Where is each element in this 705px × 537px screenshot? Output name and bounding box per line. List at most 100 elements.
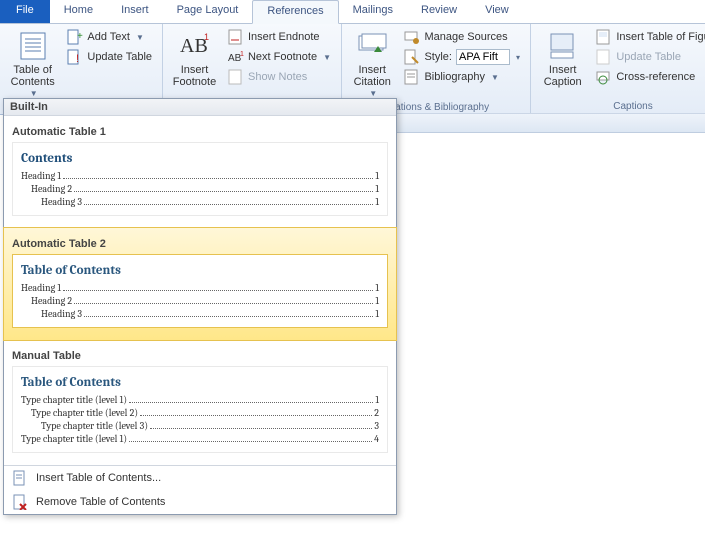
- toc-row-text: Heading 3: [41, 308, 82, 320]
- toc-row-page: 1: [375, 295, 379, 307]
- update-tof-label: Update Table: [616, 51, 681, 63]
- update-icon: !: [67, 49, 83, 65]
- show-notes-icon: [228, 69, 244, 85]
- toc-dots: [74, 295, 373, 304]
- toc-row-page: 1: [375, 394, 379, 406]
- insert-citation-button[interactable]: Insert Citation ▼: [346, 26, 398, 102]
- toc-preview-manual: Table of Contents Type chapter title (le…: [12, 366, 388, 453]
- caption-label: Insert Caption: [544, 64, 582, 88]
- toc-row: Type chapter title (level 1) 1: [21, 394, 379, 406]
- caption-icon: [547, 30, 579, 62]
- toc-dots: [74, 183, 373, 192]
- toc-row: Type chapter title (level 2)2: [21, 407, 379, 419]
- ruler[interactable]: [396, 114, 705, 133]
- show-notes-label: Show Notes: [248, 71, 307, 83]
- toc-row-text: Type chapter title (level 1): [21, 394, 127, 406]
- toc-row: Heading 2 1: [21, 295, 379, 307]
- style-label: Style:: [424, 51, 452, 63]
- toc-row: Type chapter title (level 3) 3: [21, 420, 379, 432]
- insert-toc-menuitem[interactable]: Insert Table of Contents...: [4, 466, 396, 490]
- gallery-section-builtin: Built-In: [4, 99, 396, 116]
- toc-dots: [129, 394, 373, 403]
- remove-toc-label: Remove Table of Contents: [36, 496, 165, 508]
- toc-row-page: 1: [375, 282, 379, 294]
- update-tof-icon: [596, 49, 612, 65]
- bibliography-label: Bibliography: [424, 71, 485, 83]
- toc-row-text: Heading 2: [31, 183, 72, 195]
- toc-row-page: 1: [375, 170, 379, 182]
- bibliography-icon: [404, 69, 420, 85]
- gallery-item-auto1-title: Automatic Table 1: [6, 120, 394, 140]
- add-text-label: Add Text: [87, 31, 130, 43]
- update-table-button[interactable]: ! Update Table: [63, 48, 156, 66]
- toc-row-page: 1: [375, 308, 379, 320]
- gallery-item-manual[interactable]: Manual Table Table of Contents Type chap…: [4, 340, 396, 465]
- table-of-contents-button[interactable]: Table of Contents ▼: [4, 26, 61, 102]
- add-text-icon: +: [67, 29, 83, 45]
- toc-dots: [84, 308, 373, 317]
- toc-row-page: 1: [375, 196, 379, 208]
- cross-ref-label: Cross-reference: [616, 71, 695, 83]
- manage-sources-icon: [404, 29, 420, 45]
- chevron-down-icon: ▼: [136, 33, 144, 42]
- toc-dots: [84, 196, 373, 205]
- chevron-down-icon: ▼: [491, 73, 499, 82]
- tab-references[interactable]: References: [252, 0, 338, 24]
- gallery-item-manual-title: Manual Table: [6, 344, 394, 364]
- document-area[interactable]: [396, 113, 705, 537]
- insert-tof-button[interactable]: Insert Table of Figures: [592, 28, 705, 46]
- endnote-label: Insert Endnote: [248, 31, 320, 43]
- toc-preview-auto2: Table of Contents Heading 11Heading 21He…: [12, 254, 388, 328]
- insert-toc-icon: [12, 470, 28, 486]
- toc-dots: [140, 407, 372, 416]
- footnote-label: Insert Footnote: [173, 64, 216, 88]
- cross-ref-icon: [596, 69, 612, 85]
- insert-endnote-button[interactable]: Insert Endnote: [224, 28, 335, 46]
- svg-text:1: 1: [240, 51, 244, 58]
- tab-review[interactable]: Review: [407, 0, 471, 23]
- add-text-button[interactable]: + Add Text ▼: [63, 28, 156, 46]
- toc-row-text: Heading 1: [21, 170, 61, 182]
- toc-dots: [63, 170, 373, 179]
- manage-sources-label: Manage Sources: [424, 31, 507, 43]
- toc-label: Table of Contents: [11, 64, 55, 88]
- toc-row-page: 3: [374, 420, 379, 432]
- update-tof-button[interactable]: Update Table: [592, 48, 705, 66]
- insert-footnote-button[interactable]: AB1 Insert Footnote: [167, 26, 222, 101]
- toc-icon: [17, 30, 49, 62]
- show-notes-button[interactable]: Show Notes: [224, 68, 335, 86]
- toc-row-page: 1: [375, 183, 379, 195]
- style-selector[interactable]: Style: ▾: [400, 48, 524, 66]
- tab-page-layout[interactable]: Page Layout: [163, 0, 253, 23]
- gallery-item-auto2[interactable]: Automatic Table 2 Table of Contents Head…: [3, 227, 397, 341]
- insert-caption-button[interactable]: Insert Caption: [535, 26, 590, 101]
- style-icon: [404, 49, 420, 65]
- toc-dots: [150, 420, 372, 429]
- style-input[interactable]: [456, 49, 510, 65]
- tab-file[interactable]: File: [0, 0, 50, 23]
- manage-sources-button[interactable]: Manage Sources: [400, 28, 524, 46]
- toc-row-text: Heading 2: [31, 295, 72, 307]
- toc-row-text: Type chapter title (level 3): [41, 420, 148, 432]
- endnote-icon: [228, 29, 244, 45]
- toc-gallery: Built-In Automatic Table 1 Contents Head…: [3, 98, 397, 515]
- gallery-item-auto1[interactable]: Automatic Table 1 Contents Heading 11Hea…: [4, 116, 396, 228]
- tab-insert[interactable]: Insert: [107, 0, 163, 23]
- bibliography-button[interactable]: Bibliography ▼: [400, 68, 524, 86]
- svg-text:1: 1: [204, 32, 209, 42]
- tof-icon: [596, 29, 612, 45]
- tab-mailings[interactable]: Mailings: [339, 0, 407, 23]
- toc-row: Heading 2 1: [21, 183, 379, 195]
- toc-row: Heading 31: [21, 196, 379, 208]
- toc-preview-auto1: Contents Heading 11Heading 21Heading 31: [12, 142, 388, 216]
- remove-toc-menuitem[interactable]: Remove Table of Contents: [4, 490, 396, 514]
- next-footnote-button[interactable]: AB1 Next Footnote▼: [224, 48, 335, 66]
- tab-view[interactable]: View: [471, 0, 523, 23]
- toc-row: Heading 1 1: [21, 170, 379, 182]
- insert-toc-label: Insert Table of Contents...: [36, 472, 161, 484]
- tab-home[interactable]: Home: [50, 0, 107, 23]
- cross-reference-button[interactable]: Cross-reference: [592, 68, 705, 86]
- toc-dots: [129, 433, 372, 442]
- toc-dots: [63, 282, 373, 291]
- remove-toc-icon: [12, 494, 28, 510]
